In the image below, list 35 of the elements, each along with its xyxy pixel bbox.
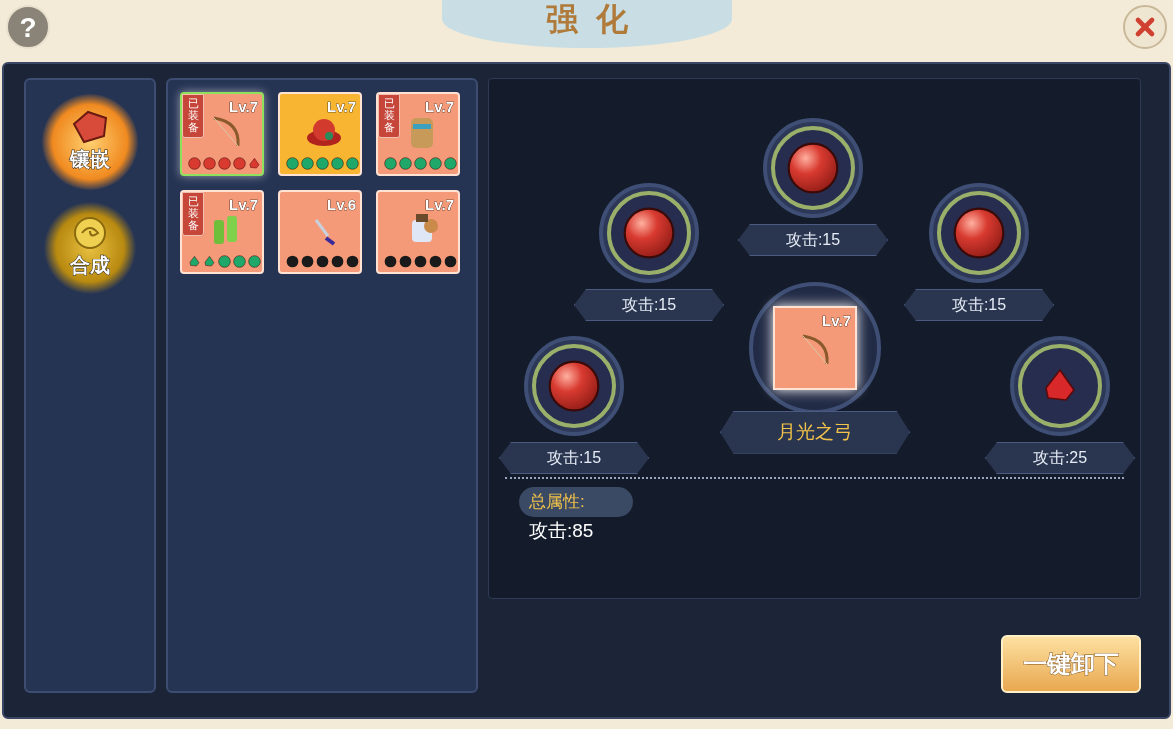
total-attributes-label: 总属性: — [519, 487, 633, 517]
item-name: 月光之弓 — [720, 411, 910, 454]
item-card[interactable]: 已装备 Lv.7 — [180, 92, 264, 176]
total-attack-value: 攻击:85 — [529, 519, 594, 543]
side-tab[interactable]: 镶嵌 — [42, 94, 138, 190]
item-card[interactable]: 已装备 Lv.7 — [376, 92, 460, 176]
side-tab[interactable]: 合成 — [42, 200, 138, 296]
window-title: 强化 — [545, 0, 646, 39]
help-button[interactable]: ? — [6, 5, 50, 49]
equipped-tag: 已装备 — [378, 94, 400, 139]
stat-label: 攻击:25 — [985, 442, 1135, 474]
level-label: Lv.6 — [327, 195, 356, 215]
level-label: Lv.7 — [425, 195, 454, 215]
level-label: Lv.7 — [425, 97, 454, 117]
orb-icon — [786, 141, 840, 195]
orb-icon — [952, 206, 1006, 260]
level-label: Lv.7 — [822, 311, 851, 331]
stat-label: 攻击:15 — [574, 289, 724, 321]
equipped-tag: 已装备 — [182, 192, 204, 237]
unequip-all-button[interactable]: 一键卸下 — [1001, 635, 1141, 693]
equipped-item-card[interactable]: Lv.7 — [773, 306, 857, 390]
equipped-tag: 已装备 — [182, 94, 204, 139]
orb-icon — [622, 206, 676, 260]
orb-icon — [547, 359, 601, 413]
item-card[interactable]: Lv.7 — [278, 92, 362, 176]
level-label: Lv.7 — [327, 97, 356, 117]
level-label: Lv.7 — [229, 97, 258, 117]
level-label: Lv.7 — [229, 195, 258, 215]
item-card[interactable]: Lv.6 — [278, 190, 362, 274]
close-button[interactable] — [1123, 5, 1167, 49]
item-card[interactable]: 已装备 Lv.7 — [180, 190, 264, 274]
item-card[interactable]: Lv.7 — [376, 190, 460, 274]
stat-label: 攻击:15 — [499, 442, 649, 474]
stat-label: 攻击:15 — [904, 289, 1054, 321]
stat-label: 攻击:15 — [738, 224, 888, 256]
